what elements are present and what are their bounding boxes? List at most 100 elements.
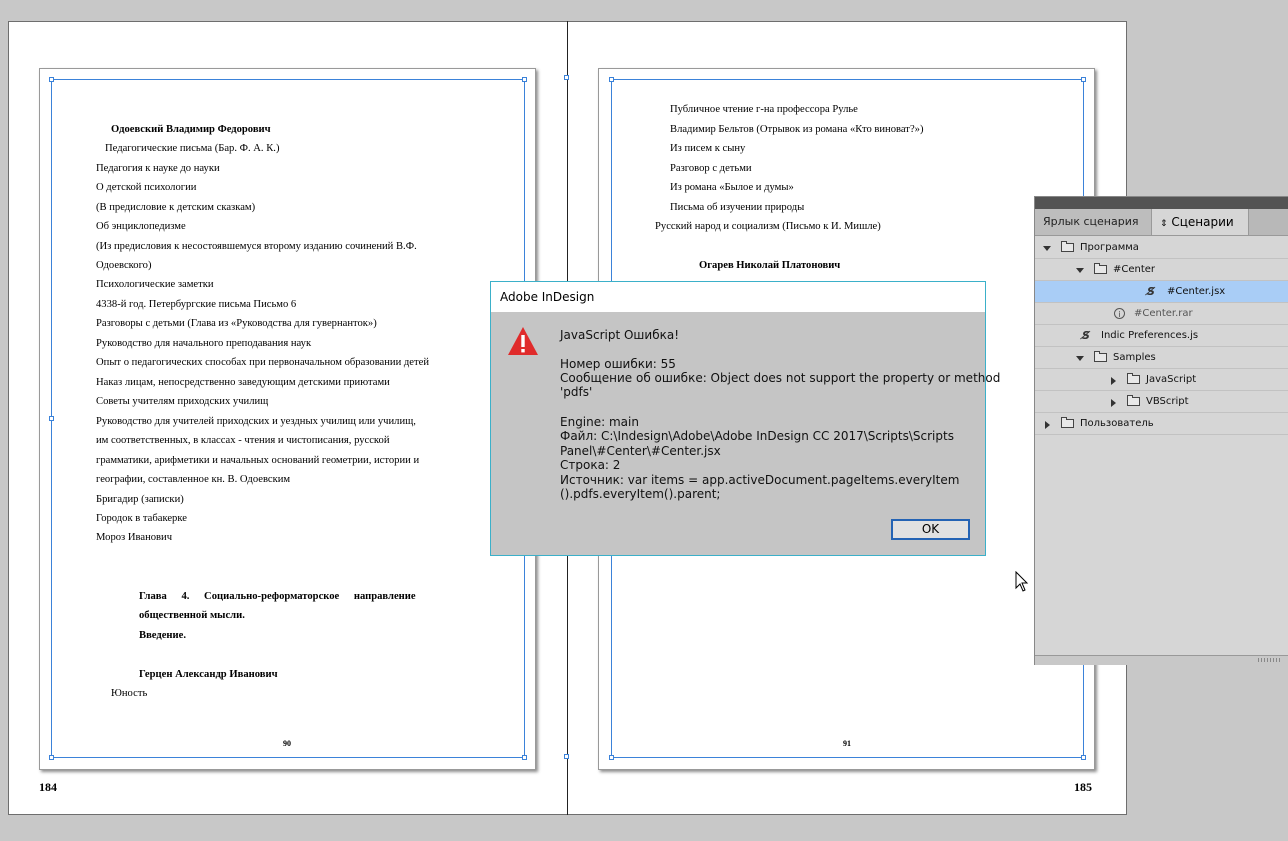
error-file: Файл: C:\Indesign\Adobe\Adobe InDesign C…: [560, 429, 954, 443]
text-line: Руководство для учителей приходских и уе…: [96, 416, 416, 427]
text-line: Наказ лицам, непосредственно заведующим …: [96, 377, 390, 388]
error-source: Источник: var items = app.activeDocument…: [560, 473, 960, 487]
script-tree-item[interactable]: JavaScript: [1035, 369, 1288, 391]
text-line: Из писем к сыну: [670, 143, 746, 154]
tab-script-label[interactable]: Ярлык сценария: [1035, 209, 1151, 235]
script-tree-label: Программа: [1080, 242, 1139, 253]
text-line: Психологические заметки: [96, 279, 214, 290]
frame-handle[interactable]: [49, 416, 54, 421]
page-number: 90: [283, 739, 291, 748]
folder-icon: [1061, 417, 1074, 428]
frame-handle[interactable]: [609, 77, 614, 82]
script-tree-label: JavaScript: [1146, 374, 1197, 385]
script-tree-item[interactable]: Samples: [1035, 347, 1288, 369]
text-line: Мороз Иванович: [96, 532, 173, 543]
panel-header-bar[interactable]: [1035, 197, 1288, 209]
panel-footer: [1035, 655, 1288, 665]
script-tree-label: Indic Preferences.js: [1101, 330, 1199, 341]
text-line: Одоевский Владимир Федорович: [111, 124, 271, 135]
text-line: Педагогические письма (Бар. Ф. А. К.): [105, 143, 280, 154]
text-line: Публичное чтение г-на профессора Рулье: [670, 104, 858, 115]
error-number: Номер ошибки: 55: [560, 357, 676, 371]
script-file-icon: S̸: [1147, 285, 1155, 298]
text-line: Огарев Николай Платонович: [699, 260, 841, 271]
script-tree-label: #Center.jsx: [1167, 286, 1226, 297]
frame-handle[interactable]: [1081, 755, 1086, 760]
collapsed-triangle-icon[interactable]: [1111, 399, 1116, 407]
text-line: географии, составленное кн. В. Одоевским: [96, 474, 291, 485]
scripts-panel[interactable]: Ярлык сценария ⇕ Сценарии Программа #Cent…: [1034, 196, 1288, 665]
tab-scripts-label: Сценарии: [1171, 215, 1234, 229]
folio-right: 185: [1074, 780, 1092, 794]
script-tree-item[interactable]: VBScript: [1035, 391, 1288, 413]
frame-handle[interactable]: [49, 77, 54, 82]
expanded-triangle-icon[interactable]: [1076, 356, 1084, 361]
folder-icon: [1061, 241, 1074, 252]
text-line: Письма об изучении природы: [670, 202, 805, 213]
page-number: 91: [843, 739, 851, 748]
expanded-triangle-icon[interactable]: [1043, 246, 1051, 251]
left-page[interactable]: Одоевский Владимир Федорович Педагогическ…: [39, 68, 536, 770]
error-heading: JavaScript Ошибка!: [560, 328, 680, 342]
text-line: О детской психологии: [96, 182, 197, 193]
frame-handle[interactable]: [49, 755, 54, 760]
text-line: Педагогия к науке до науки: [96, 163, 220, 174]
text-line: Введение.: [139, 630, 186, 641]
text-line: Об энциклопедизме: [96, 221, 186, 232]
info-icon: i: [1114, 308, 1125, 319]
resize-grip-icon[interactable]: [1258, 658, 1280, 662]
text-line: Опыт о педагогических способах при перво…: [96, 357, 430, 368]
frame-handle[interactable]: [609, 755, 614, 760]
frame-handle[interactable]: [522, 755, 527, 760]
text-line: 4338-й год. Петербургские письма Письмо …: [96, 299, 297, 310]
warning-triangle-icon: [508, 327, 538, 355]
text-line: Из романа «Былое и думы»: [670, 182, 794, 193]
text-line: Герцен Александр Иванович: [139, 669, 278, 680]
collapsed-triangle-icon[interactable]: [1045, 421, 1050, 429]
dialog-title: Adobe InDesign: [491, 282, 985, 312]
text-line: Владимир Бельтов (Отрывок из романа «Кто…: [670, 124, 924, 135]
script-tree-label: Samples: [1113, 352, 1156, 363]
text-line: Руководство для начального преподавания …: [96, 338, 312, 349]
error-line: Строка: 2: [560, 458, 621, 472]
folder-icon: [1127, 395, 1140, 406]
text-line: Русский народ и социализм (Письмо к И. М…: [655, 221, 881, 232]
text-line: Разговоры с детьми (Глава из «Руководств…: [96, 318, 377, 329]
panel-tabs: Ярлык сценария ⇕ Сценарии: [1035, 209, 1288, 236]
error-engine: Engine: main: [560, 415, 639, 429]
error-dialog[interactable]: Adobe InDesign JavaScript Ошибка! Номер …: [490, 281, 1000, 556]
error-message: Сообщение об ошибке: Object does not sup…: [560, 371, 1001, 385]
text-line: (В предисловие к детским сказкам): [96, 202, 256, 213]
text-line: им соответственных, в классах - чтения и…: [96, 435, 390, 446]
script-tree-label: Пользователь: [1080, 418, 1154, 429]
spread-handle[interactable]: [564, 754, 569, 759]
text-line: Юность: [111, 688, 148, 699]
text-line: Разговор с детьми: [670, 163, 752, 174]
tab-scripts[interactable]: ⇕ Сценарии: [1151, 209, 1249, 235]
text-line: Бригадир (записки): [96, 494, 184, 505]
spread-handle[interactable]: [564, 75, 569, 80]
frame-handle[interactable]: [1081, 77, 1086, 82]
script-tree-item[interactable]: i #Center.rar: [1035, 303, 1288, 325]
script-tree-item[interactable]: Пользователь: [1035, 413, 1288, 435]
folder-icon: [1094, 351, 1107, 362]
text-line: грамматики, арифметики и начальных основ…: [96, 455, 420, 466]
ok-button[interactable]: OK: [891, 519, 970, 540]
text-line: (Из предисловия к несостоявшемуся втором…: [96, 241, 417, 252]
collapsed-triangle-icon[interactable]: [1111, 377, 1116, 385]
error-file-cont: Panel\#Center\#Center.jsx: [560, 444, 721, 458]
text-line: Городок в табакерке: [96, 513, 187, 524]
frame-handle[interactable]: [522, 77, 527, 82]
script-tree-item[interactable]: S̸ Indic Preferences.js: [1035, 325, 1288, 347]
folio-left: 184: [39, 780, 57, 794]
error-source-cont: ().pdfs.everyItem().parent;: [560, 487, 721, 501]
script-tree-item[interactable]: #Center: [1035, 259, 1288, 281]
text-line: Глава 4. Социально-реформаторское направ…: [139, 591, 416, 602]
script-file-icon: S̸: [1082, 329, 1090, 342]
scripts-tree: Программа #Center S̸ #Center.jsx i #Center.ra…: [1035, 237, 1288, 435]
text-line: Советы учителям приходских училищ: [96, 396, 269, 407]
expanded-triangle-icon[interactable]: [1076, 268, 1084, 273]
sort-arrows-icon: ⇕: [1160, 219, 1168, 229]
script-tree-item[interactable]: S̸ #Center.jsx: [1035, 281, 1288, 303]
script-tree-item[interactable]: Программа: [1035, 237, 1288, 259]
